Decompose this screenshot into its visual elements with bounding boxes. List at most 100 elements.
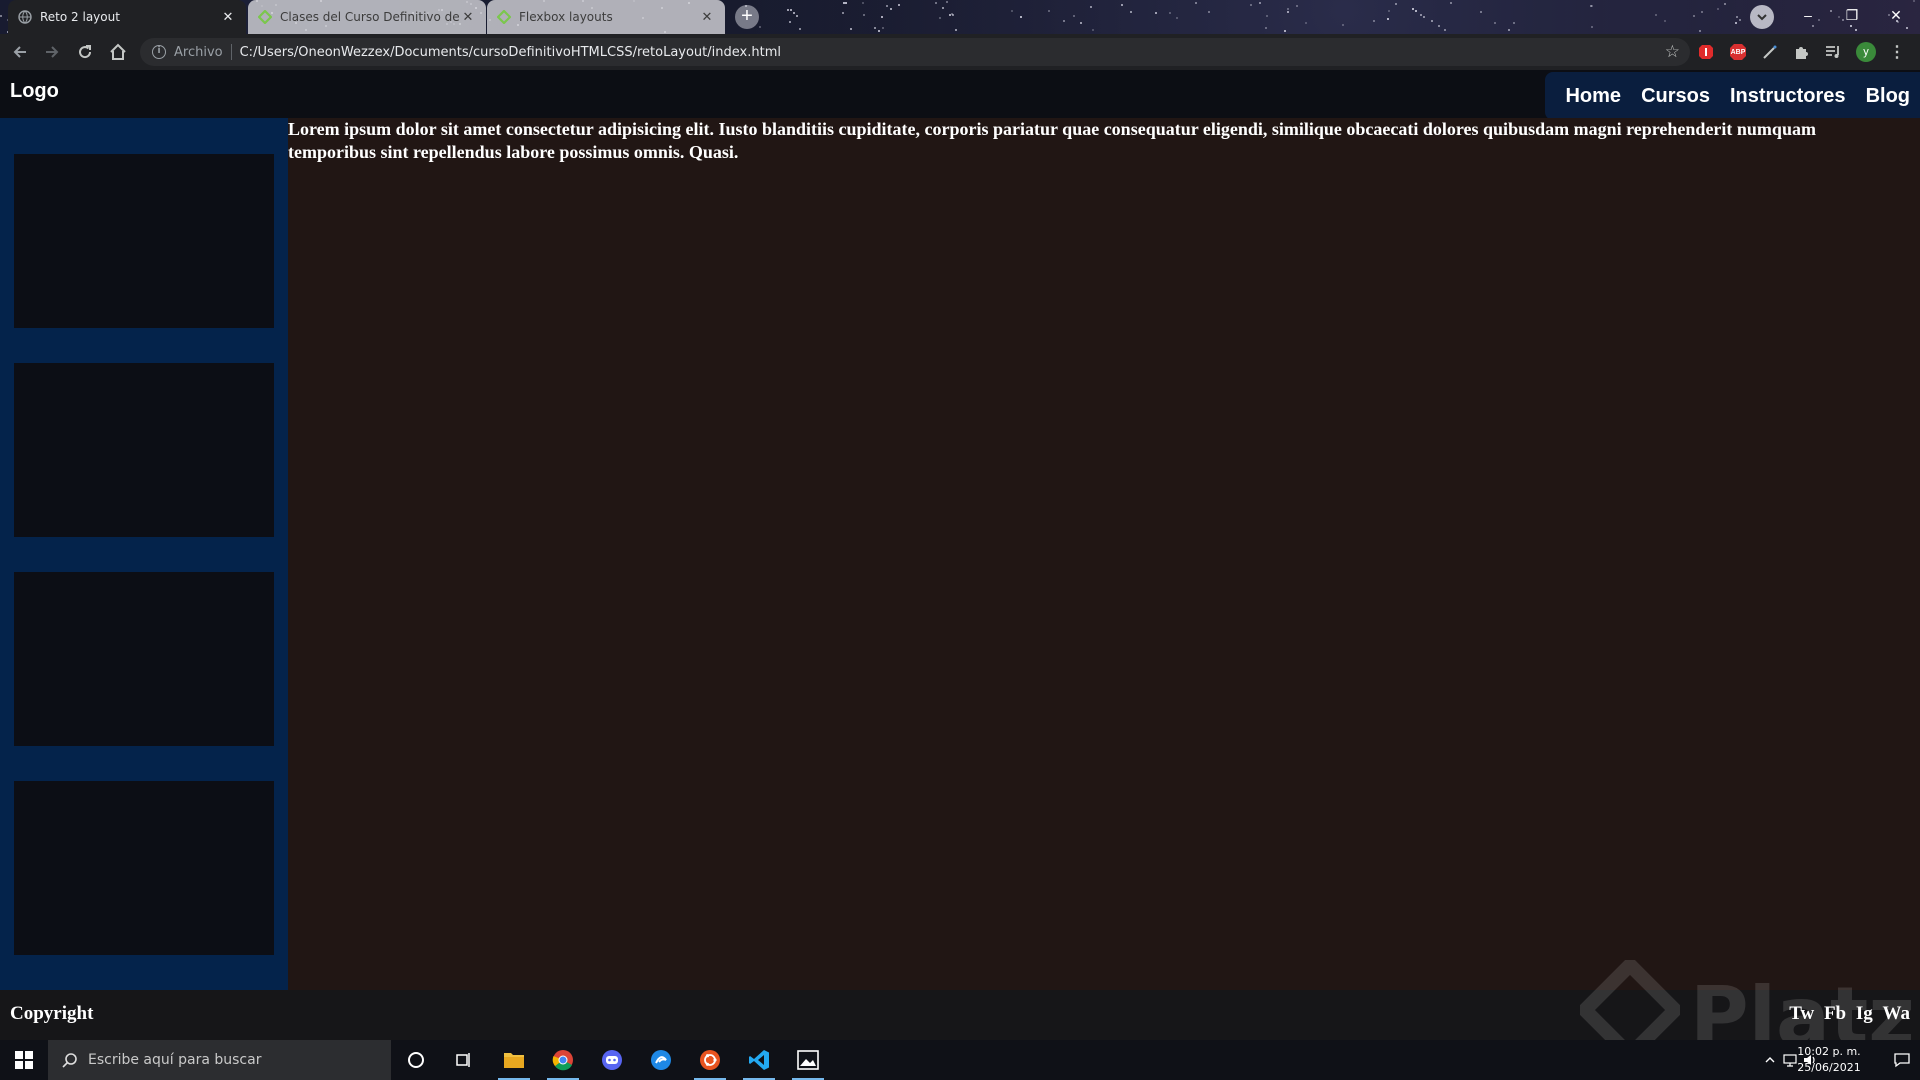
star-dot (898, 4, 900, 6)
ubuntu-icon[interactable] (686, 1040, 734, 1080)
task-view-button[interactable] (440, 1040, 488, 1080)
star-dot (942, 7, 944, 9)
star-dot (946, 1, 948, 3)
info-icon[interactable]: i (152, 45, 166, 59)
tab-flexbox-layouts[interactable]: Flexbox layouts ✕ (487, 0, 725, 34)
star-dot (1415, 10, 1417, 12)
profile-avatar[interactable]: y (1856, 42, 1876, 62)
back-button[interactable] (10, 42, 30, 62)
abp-label: ABP (1730, 48, 1746, 56)
star-dot (878, 30, 880, 32)
browser-tab-strip: Reto 2 layout ✕ Clases del Curso Definit… (0, 0, 1920, 34)
taskbar-clock[interactable]: 10:02 p. m. 25/06/2021 (1794, 1044, 1864, 1076)
star-dot (0, 15, 2, 17)
tab-close-icon[interactable]: ✕ (699, 10, 715, 25)
star-dot (843, 2, 845, 4)
star-dot (1090, 6, 1092, 8)
puzzle-icon[interactable] (1792, 43, 1810, 61)
start-button[interactable] (0, 1040, 48, 1080)
site-logo[interactable]: Logo (10, 80, 59, 103)
star-dot (1284, 30, 1286, 32)
star-dot (799, 28, 801, 30)
tab-reto-2-layout[interactable]: Reto 2 layout ✕ (8, 0, 246, 34)
close-window-button[interactable]: ✕ (1874, 0, 1918, 34)
star-dot (1412, 8, 1414, 10)
cortana-button[interactable] (392, 1040, 440, 1080)
star-dot (842, 12, 844, 14)
adblock-icon[interactable] (1697, 43, 1715, 61)
star-dot (1513, 22, 1515, 24)
platzi-icon (258, 10, 272, 24)
star-dot (1287, 11, 1289, 13)
star-dot (1011, 10, 1013, 12)
minimize-button[interactable]: – (1786, 0, 1830, 34)
file-explorer-icon[interactable] (490, 1040, 538, 1080)
site-header: Logo Home Cursos Instructores Blog (0, 70, 1920, 120)
bookmark-star-icon[interactable]: ☆ (1665, 42, 1680, 62)
star-dot (1701, 11, 1703, 13)
star-dot (1020, 16, 1022, 18)
star-dot (1736, 16, 1738, 18)
abp-icon[interactable]: ABP (1729, 43, 1747, 61)
article-text: Lorem ipsum dolor sit amet consectetur a… (288, 119, 1816, 162)
restore-button[interactable]: ❐ (1830, 0, 1874, 34)
star-dot (1342, 24, 1344, 26)
star-dot (1092, 29, 1094, 31)
platzi-icon (497, 10, 511, 24)
star-dot (1155, 12, 1157, 14)
star-dot (850, 28, 852, 30)
star-dot (845, 2, 847, 4)
nav-link-home[interactable]: Home (1565, 85, 1621, 108)
tab-close-icon[interactable]: ✕ (460, 10, 476, 25)
reload-button[interactable] (75, 42, 95, 62)
star-dot (1717, 8, 1719, 10)
browser-toolbar: i Archivo C:/Users/OneonWezzex/Documents… (0, 34, 1920, 70)
tab-close-icon[interactable]: ✕ (220, 10, 236, 25)
star-dot (1208, 11, 1210, 13)
vscode-icon[interactable] (735, 1040, 783, 1080)
search-placeholder: Escribe aquí para buscar (88, 1052, 262, 1068)
star-dot (1444, 29, 1446, 31)
star-dot (1395, 3, 1397, 5)
star-dot (1664, 20, 1666, 22)
star-dot (1655, 14, 1657, 16)
wand-icon[interactable] (1761, 43, 1779, 61)
star-dot (886, 5, 888, 7)
star-dot (862, 2, 864, 4)
web-page: Logo Home Cursos Instructores Blog Lorem… (0, 70, 1920, 1040)
tab-search-button[interactable] (1750, 5, 1774, 29)
address-url[interactable]: C:/Users/OneonWezzex/Documents/cursoDefi… (240, 45, 781, 60)
star-dot (1508, 29, 1510, 31)
star-dot (759, 26, 761, 28)
star-dot (1305, 22, 1307, 24)
star-dot (955, 29, 957, 31)
forward-button[interactable] (42, 42, 62, 62)
photos-icon[interactable] (784, 1040, 832, 1080)
windows-logo-icon (15, 1051, 33, 1069)
more-menu-icon[interactable]: ⋮ (1888, 43, 1906, 61)
home-button[interactable] (108, 42, 128, 62)
tab-title: Reto 2 layout (40, 10, 120, 24)
edge-dev-icon[interactable] (637, 1040, 685, 1080)
chrome-icon[interactable] (539, 1040, 587, 1080)
chevron-down-icon (1757, 14, 1767, 21)
copyright-text: Copyright (10, 1003, 94, 1024)
nav-link-instructores[interactable]: Instructores (1730, 85, 1846, 108)
star-dot (1169, 12, 1171, 14)
star-dot (793, 12, 795, 14)
nav-link-cursos[interactable]: Cursos (1641, 85, 1710, 108)
chevron-up-icon[interactable] (1760, 1040, 1780, 1080)
new-tab-button[interactable]: + (735, 5, 759, 29)
star-dot (1265, 27, 1267, 29)
tab-clases-curso[interactable]: Clases del Curso Definitivo de H ✕ (248, 0, 486, 34)
nav-link-blog[interactable]: Blog (1866, 85, 1910, 108)
discord-icon[interactable] (588, 1040, 636, 1080)
site-nav: Home Cursos Instructores Blog (1545, 72, 1920, 120)
star-dot (939, 17, 941, 19)
notifications-icon[interactable] (1884, 1040, 1920, 1080)
address-bar[interactable]: i Archivo C:/Users/OneonWezzex/Documents… (140, 38, 1690, 66)
star-dot (787, 9, 789, 11)
taskbar-search-box[interactable]: Escribe aquí para buscar (48, 1040, 391, 1080)
media-icon[interactable] (1824, 43, 1842, 61)
star-dot (1699, 30, 1701, 32)
